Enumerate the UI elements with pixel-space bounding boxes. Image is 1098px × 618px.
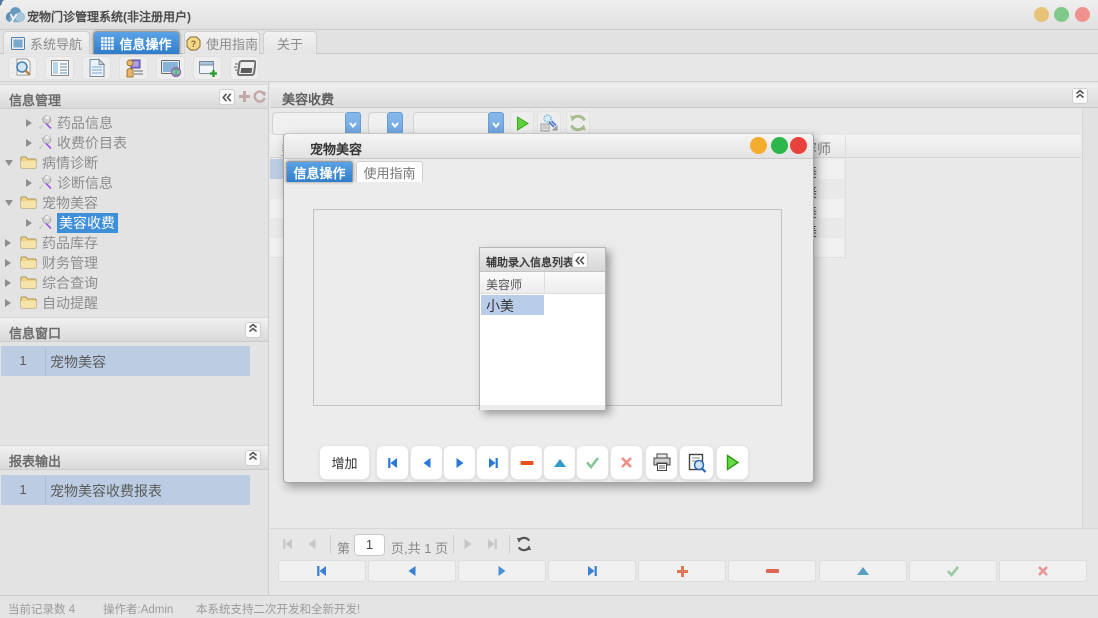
svg-text:?: ?	[191, 39, 197, 49]
